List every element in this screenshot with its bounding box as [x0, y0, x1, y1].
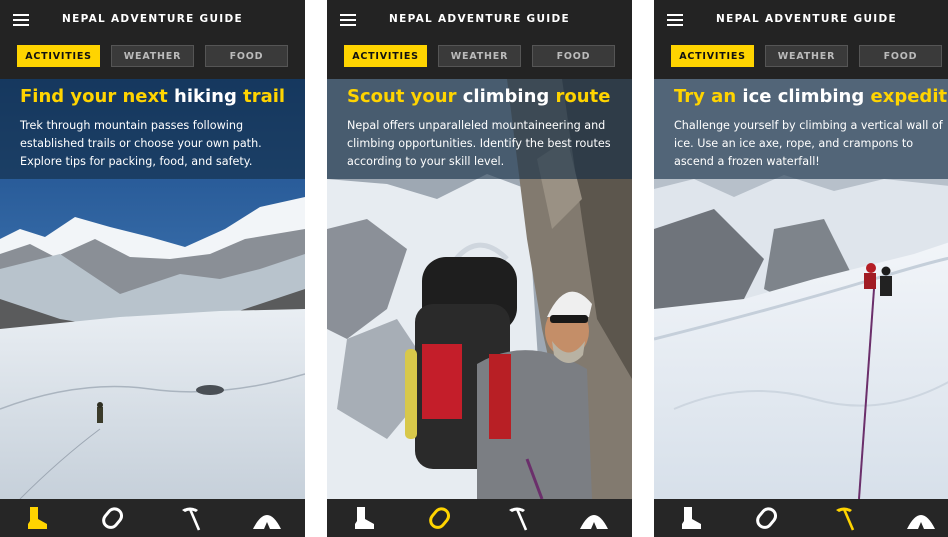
headline-part-1: Try an: [674, 86, 743, 107]
tab-weather[interactable]: WEATHER: [111, 45, 194, 67]
nav-climbing[interactable]: [94, 501, 134, 535]
headline-keyword: climbing: [462, 86, 550, 107]
carabiner-icon: [429, 507, 451, 529]
hiking-boot-icon: [28, 507, 48, 529]
tab-activities[interactable]: ACTIVITIES: [671, 45, 754, 67]
hiking-boot-icon: [355, 507, 375, 529]
headline-part-3: expedition: [870, 86, 948, 107]
app-header: NEPAL ADVENTURE GUIDE ACTIVITIES WEATHER…: [327, 0, 632, 79]
nav-camping[interactable]: [247, 501, 287, 535]
nav-ice-climbing[interactable]: [825, 501, 865, 535]
headline-part-3: trail: [236, 86, 286, 107]
phone-screen-ice-climbing: NEPAL ADVENTURE GUIDE ACTIVITIES WEATHER…: [654, 0, 948, 537]
screens: NEPAL ADVENTURE GUIDE ACTIVITIES WEATHER…: [0, 0, 948, 537]
headline-keyword: hiking: [174, 86, 237, 107]
app-header: NEPAL ADVENTURE GUIDE ACTIVITIES WEATHER…: [654, 0, 948, 79]
tab-bar: ACTIVITIES WEATHER FOOD: [17, 45, 288, 67]
headline: Find your next hiking trail: [20, 86, 299, 107]
tab-food[interactable]: FOOD: [859, 45, 942, 67]
headline: Try an ice climbing expedition: [674, 86, 948, 107]
headline-part-1: Find your next: [20, 86, 174, 107]
nav-ice-climbing[interactable]: [171, 501, 211, 535]
headline-part-3: route: [549, 86, 611, 107]
ice-axe-icon: [181, 507, 200, 531]
phone-screen-climbing: NEPAL ADVENTURE GUIDE ACTIVITIES WEATHER…: [327, 0, 632, 537]
nav-hiking[interactable]: [672, 501, 712, 535]
nav-camping[interactable]: [574, 501, 614, 535]
tab-food[interactable]: FOOD: [205, 45, 288, 67]
headline-part-1: Scout your: [347, 86, 463, 107]
ice-axe-icon: [835, 507, 854, 531]
bottom-nav: [654, 499, 948, 537]
intro-text: Challenge yourself by climbing a vertica…: [674, 119, 943, 168]
nav-climbing[interactable]: [748, 501, 788, 535]
nav-ice-climbing[interactable]: [498, 501, 538, 535]
tab-food[interactable]: FOOD: [532, 45, 615, 67]
tab-weather[interactable]: WEATHER: [438, 45, 521, 67]
tent-icon: [252, 515, 281, 529]
nav-hiking[interactable]: [18, 501, 58, 535]
tab-bar: ACTIVITIES WEATHER FOOD: [344, 45, 615, 67]
tab-bar: ACTIVITIES WEATHER FOOD: [671, 45, 942, 67]
nav-hiking[interactable]: [345, 501, 385, 535]
app-title: NEPAL ADVENTURE GUIDE: [716, 13, 897, 25]
bottom-nav: [0, 499, 305, 537]
hiking-boot-icon: [682, 507, 702, 529]
phone-screen-hiking: NEPAL ADVENTURE GUIDE ACTIVITIES WEATHER…: [0, 0, 305, 537]
tab-activities[interactable]: ACTIVITIES: [17, 45, 100, 67]
app-header: NEPAL ADVENTURE GUIDE ACTIVITIES WEATHER…: [0, 0, 305, 79]
carabiner-icon: [756, 507, 778, 529]
intro-text: Nepal offers unparalleled mountaineering…: [347, 119, 611, 168]
intro-text: Trek through mountain passes following e…: [20, 119, 262, 168]
carabiner-icon: [102, 507, 124, 529]
ice-axe-icon: [508, 507, 527, 531]
nav-camping[interactable]: [901, 501, 941, 535]
headline-keyword: ice climbing: [742, 86, 865, 107]
bottom-nav: [327, 499, 632, 537]
app-title: NEPAL ADVENTURE GUIDE: [389, 13, 570, 25]
headline: Scout your climbing route: [347, 86, 626, 107]
tent-icon: [906, 515, 935, 529]
tab-weather[interactable]: WEATHER: [765, 45, 848, 67]
app-title: NEPAL ADVENTURE GUIDE: [62, 13, 243, 25]
tab-activities[interactable]: ACTIVITIES: [344, 45, 427, 67]
tent-icon: [579, 515, 608, 529]
nav-climbing[interactable]: [421, 501, 461, 535]
